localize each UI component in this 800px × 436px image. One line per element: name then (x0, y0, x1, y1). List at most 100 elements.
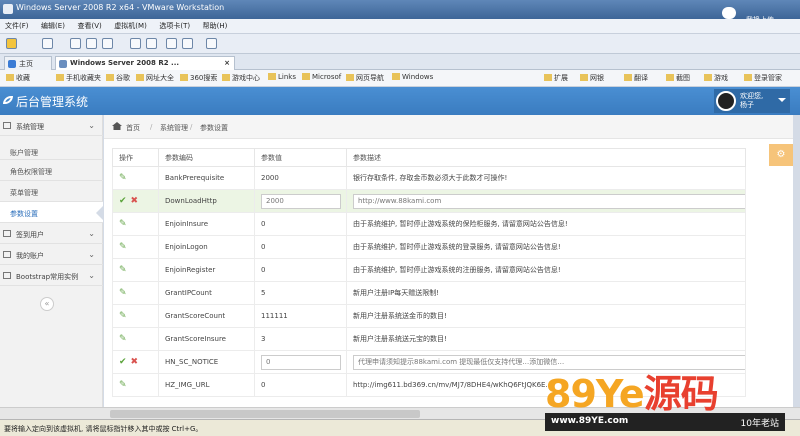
tab-windows-server[interactable]: Windows Server 2008 R2 ... × (55, 56, 235, 70)
bookmark-item[interactable]: Links (268, 73, 296, 81)
sidebar-group-account[interactable]: 我的账户 ⌄ (0, 244, 103, 265)
window-titlebar: Windows Server 2008 R2 x64 - VMware Work… (0, 0, 800, 24)
folder-icon (136, 74, 144, 81)
param-value: 111111 (254, 304, 347, 328)
confirm-check-icon[interactable]: ✔ (119, 196, 127, 206)
param-code: HZ_IMG_URL (158, 373, 255, 397)
folder-icon (302, 73, 310, 80)
edit-pencil-icon[interactable]: ✎ (119, 219, 128, 229)
power-icon[interactable] (6, 38, 17, 49)
table-row: ✎ GrantScoreCount 111111 新用户注册系统送金币的数目! (112, 304, 746, 328)
revert-icon[interactable] (86, 38, 97, 49)
scrollbar-thumb[interactable] (110, 410, 420, 418)
menu-bar: 文件(F) 编辑(E) 查看(V) 虚拟机(M) 选项卡(T) 帮助(H) (0, 19, 800, 34)
bookmark-item[interactable]: Microsof (302, 73, 341, 81)
table-row: ✎ BankPrerequisite 2000 银行存取条件, 存取金币数必须大… (112, 166, 746, 190)
param-code: DownLoadHttp (158, 189, 255, 213)
param-value: 0 (254, 373, 347, 397)
bookmark-item[interactable]: Windows (392, 73, 433, 81)
bank-icon (580, 74, 588, 81)
param-code: EnjoinLogon (158, 235, 255, 259)
param-desc: 由于系统维护, 暂时停止游戏系统的注册服务, 请留意网站公告信息! (346, 258, 746, 282)
sidebar-item-roles[interactable]: 角色权限管理 (0, 160, 103, 181)
sidebar-group-bootstrap[interactable]: Bootstrap常用实例 ⌄ (0, 265, 103, 286)
folder-icon (106, 74, 114, 81)
manage-snapshot-icon[interactable] (102, 38, 113, 49)
sidebar-toggle-icon[interactable] (130, 38, 141, 49)
bookmark-item[interactable]: 网银 (580, 73, 604, 83)
bookmark-item[interactable]: 谷歌 (106, 73, 130, 83)
desktop-icon (3, 122, 11, 129)
console-view-icon[interactable] (206, 38, 217, 49)
unity-icon[interactable] (182, 38, 193, 49)
sidebar: 系统管理 ⌄ 账户管理 角色权限管理 菜单管理 参数设置 签到用户 ⌄ 我的账户… (0, 115, 103, 407)
table-header-row: 操作 参数编码 参数值 参数描述 (112, 148, 746, 167)
menu-file[interactable]: 文件(F) (0, 19, 34, 33)
cancel-x-icon[interactable]: ✖ (131, 196, 139, 206)
param-value: 0 (254, 212, 347, 236)
bookmark-item[interactable]: 扩展 (544, 73, 568, 83)
bookmark-item[interactable]: 登录管家 (744, 73, 782, 83)
sidebar-item-params[interactable]: 参数设置 (0, 202, 103, 223)
breadcrumb-home[interactable]: 首页 (126, 123, 140, 133)
menu-tabs[interactable]: 选项卡(T) (154, 19, 195, 33)
bookmark-item[interactable]: 手机收藏夹 (56, 73, 101, 83)
sidebar-item-label: 账户管理 (10, 149, 38, 157)
game-icon (704, 74, 712, 81)
sidebar-group-signin[interactable]: 签到用户 ⌄ (0, 223, 103, 244)
param-value: 0 (254, 235, 347, 259)
network-icon[interactable] (42, 38, 53, 49)
bookmark-item[interactable]: 网页导航 (346, 73, 384, 83)
fullscreen-icon[interactable] (166, 38, 177, 49)
menu-vm[interactable]: 虚拟机(M) (109, 19, 152, 33)
sidebar-item-label: 系统管理 (16, 123, 44, 131)
cloud-icon (722, 7, 736, 19)
param-value-input[interactable] (261, 354, 341, 370)
thumbnail-icon[interactable] (146, 38, 157, 49)
watermark: 89Ye源码 www.89YE.com 10年老站 (545, 363, 800, 436)
col-header-desc: 参数描述 (346, 148, 746, 167)
bookmark-item[interactable]: 游戏 (704, 73, 728, 83)
bookmark-item[interactable]: 截图 (666, 73, 690, 83)
param-code: GrantIPCount (158, 281, 255, 305)
sidebar-group-system[interactable]: 系统管理 ⌄ (0, 115, 103, 136)
chevron-down-icon: ⌄ (88, 229, 95, 238)
user-menu[interactable]: 欢迎您, 杨子 (714, 89, 790, 113)
bookmark-item[interactable]: 游戏中心 (222, 73, 260, 83)
close-icon[interactable]: × (224, 59, 230, 67)
param-value-input[interactable] (261, 193, 341, 209)
bookmark-item[interactable]: 网址大全 (136, 73, 174, 83)
folder-icon (392, 73, 400, 80)
gear-icon: ⚙ (776, 149, 786, 160)
settings-gear-button[interactable]: ⚙ (769, 144, 793, 166)
sidebar-item-accounts[interactable]: 账户管理 (0, 136, 103, 160)
bookmark-item[interactable]: 收藏 (6, 73, 30, 83)
menu-view[interactable]: 查看(V) (72, 19, 106, 33)
folder-icon (222, 74, 230, 81)
breadcrumb-system[interactable]: 系统管理 (160, 123, 188, 133)
param-desc-input[interactable] (353, 193, 745, 209)
sidebar-item-menus[interactable]: 菜单管理 (0, 181, 103, 202)
edit-pencil-icon[interactable]: ✎ (119, 242, 128, 252)
tab-home[interactable]: 主页 (4, 56, 52, 70)
param-desc: 新用户注册IP每天赠送限制! (346, 281, 746, 305)
caret-down-icon (778, 98, 786, 106)
edit-pencil-icon[interactable]: ✎ (119, 173, 128, 183)
edit-pencil-icon[interactable]: ✎ (119, 311, 128, 321)
brand-title: 后台管理系统 (16, 95, 89, 109)
chevron-down-icon: ⌄ (88, 250, 95, 259)
edit-pencil-icon[interactable]: ✎ (119, 288, 128, 298)
menu-help[interactable]: 帮助(H) (198, 19, 233, 33)
bookmark-item[interactable]: 翻译 (624, 73, 648, 83)
edit-pencil-icon[interactable]: ✎ (119, 265, 128, 275)
menu-edit[interactable]: 编辑(E) (36, 19, 70, 33)
snapshot-icon[interactable] (70, 38, 81, 49)
sidebar-collapse-button[interactable]: « (40, 297, 54, 311)
bookmark-item[interactable]: 360搜索 (180, 73, 217, 83)
edit-pencil-icon[interactable]: ✎ (119, 380, 128, 390)
app-header: 后台管理系统 欢迎您, 杨子 (0, 87, 800, 115)
confirm-check-icon[interactable]: ✔ (119, 357, 127, 367)
edit-pencil-icon[interactable]: ✎ (119, 334, 128, 344)
translate-icon (624, 74, 632, 81)
cancel-x-icon[interactable]: ✖ (131, 357, 139, 367)
